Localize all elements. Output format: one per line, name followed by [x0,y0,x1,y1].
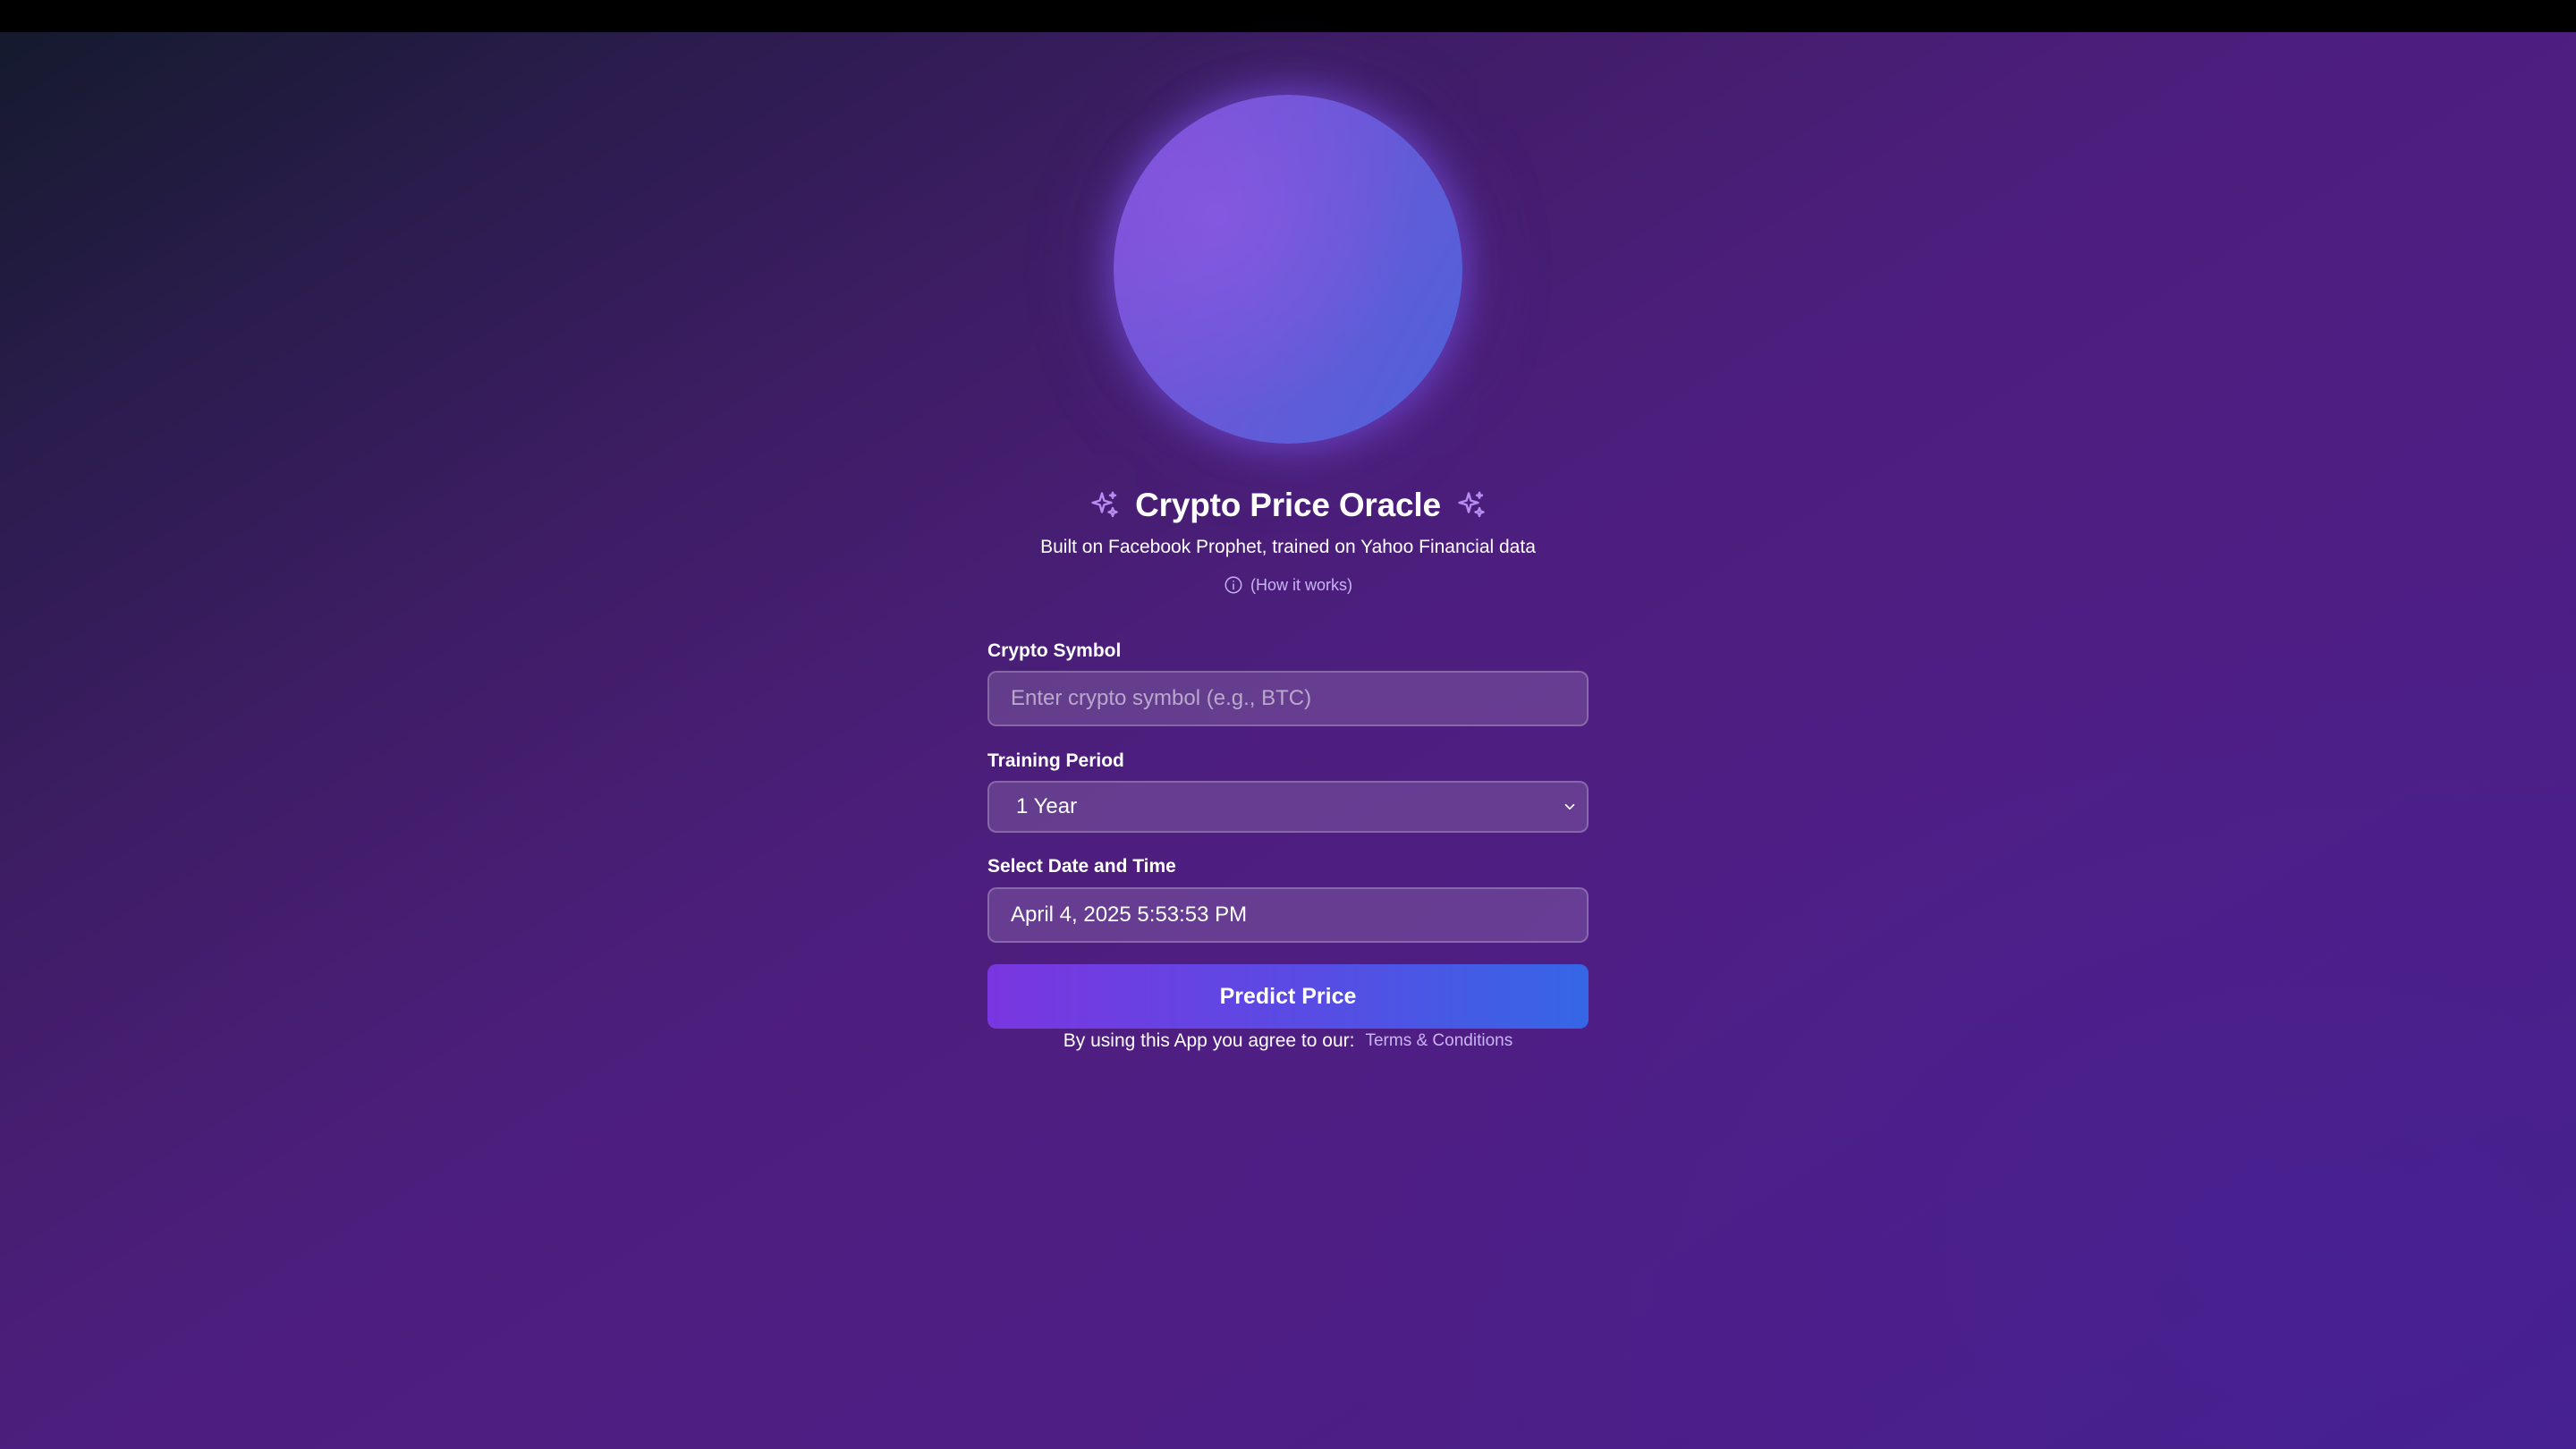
oracle-orb [1114,95,1462,444]
training-period-label: Training Period [987,750,1124,771]
training-period-select[interactable]: 1 Year [987,781,1589,833]
top-bar [0,0,2576,32]
chevron-down-icon [1562,799,1578,815]
page-title: Crypto Price Oracle [1135,487,1441,523]
terms-link[interactable]: Terms & Conditions [1365,1031,1513,1051]
page-subtitle: Built on Facebook Prophet, trained on Ya… [1040,537,1536,557]
datetime-label: Select Date and Time [987,856,1176,877]
sparkles-icon [1089,489,1121,521]
sparkles-icon [1455,489,1487,521]
datetime-input[interactable] [987,887,1589,943]
predict-price-button[interactable]: Predict Price [987,964,1589,1029]
crypto-symbol-label: Crypto Symbol [987,640,1122,661]
terms-agree-text: By using this App you agree to our: [1063,1030,1355,1051]
terms-row: By using this App you agree to our: Term… [930,1030,1646,1052]
how-it-works-label: (How it works) [1250,575,1352,594]
title-row: Crypto Price Oracle [1020,479,1556,532]
info-icon [1224,575,1243,595]
how-it-works-link[interactable]: (How it works) [1199,572,1377,597]
crypto-symbol-input[interactable] [987,671,1589,726]
training-period-value: 1 Year [1016,794,1078,818]
